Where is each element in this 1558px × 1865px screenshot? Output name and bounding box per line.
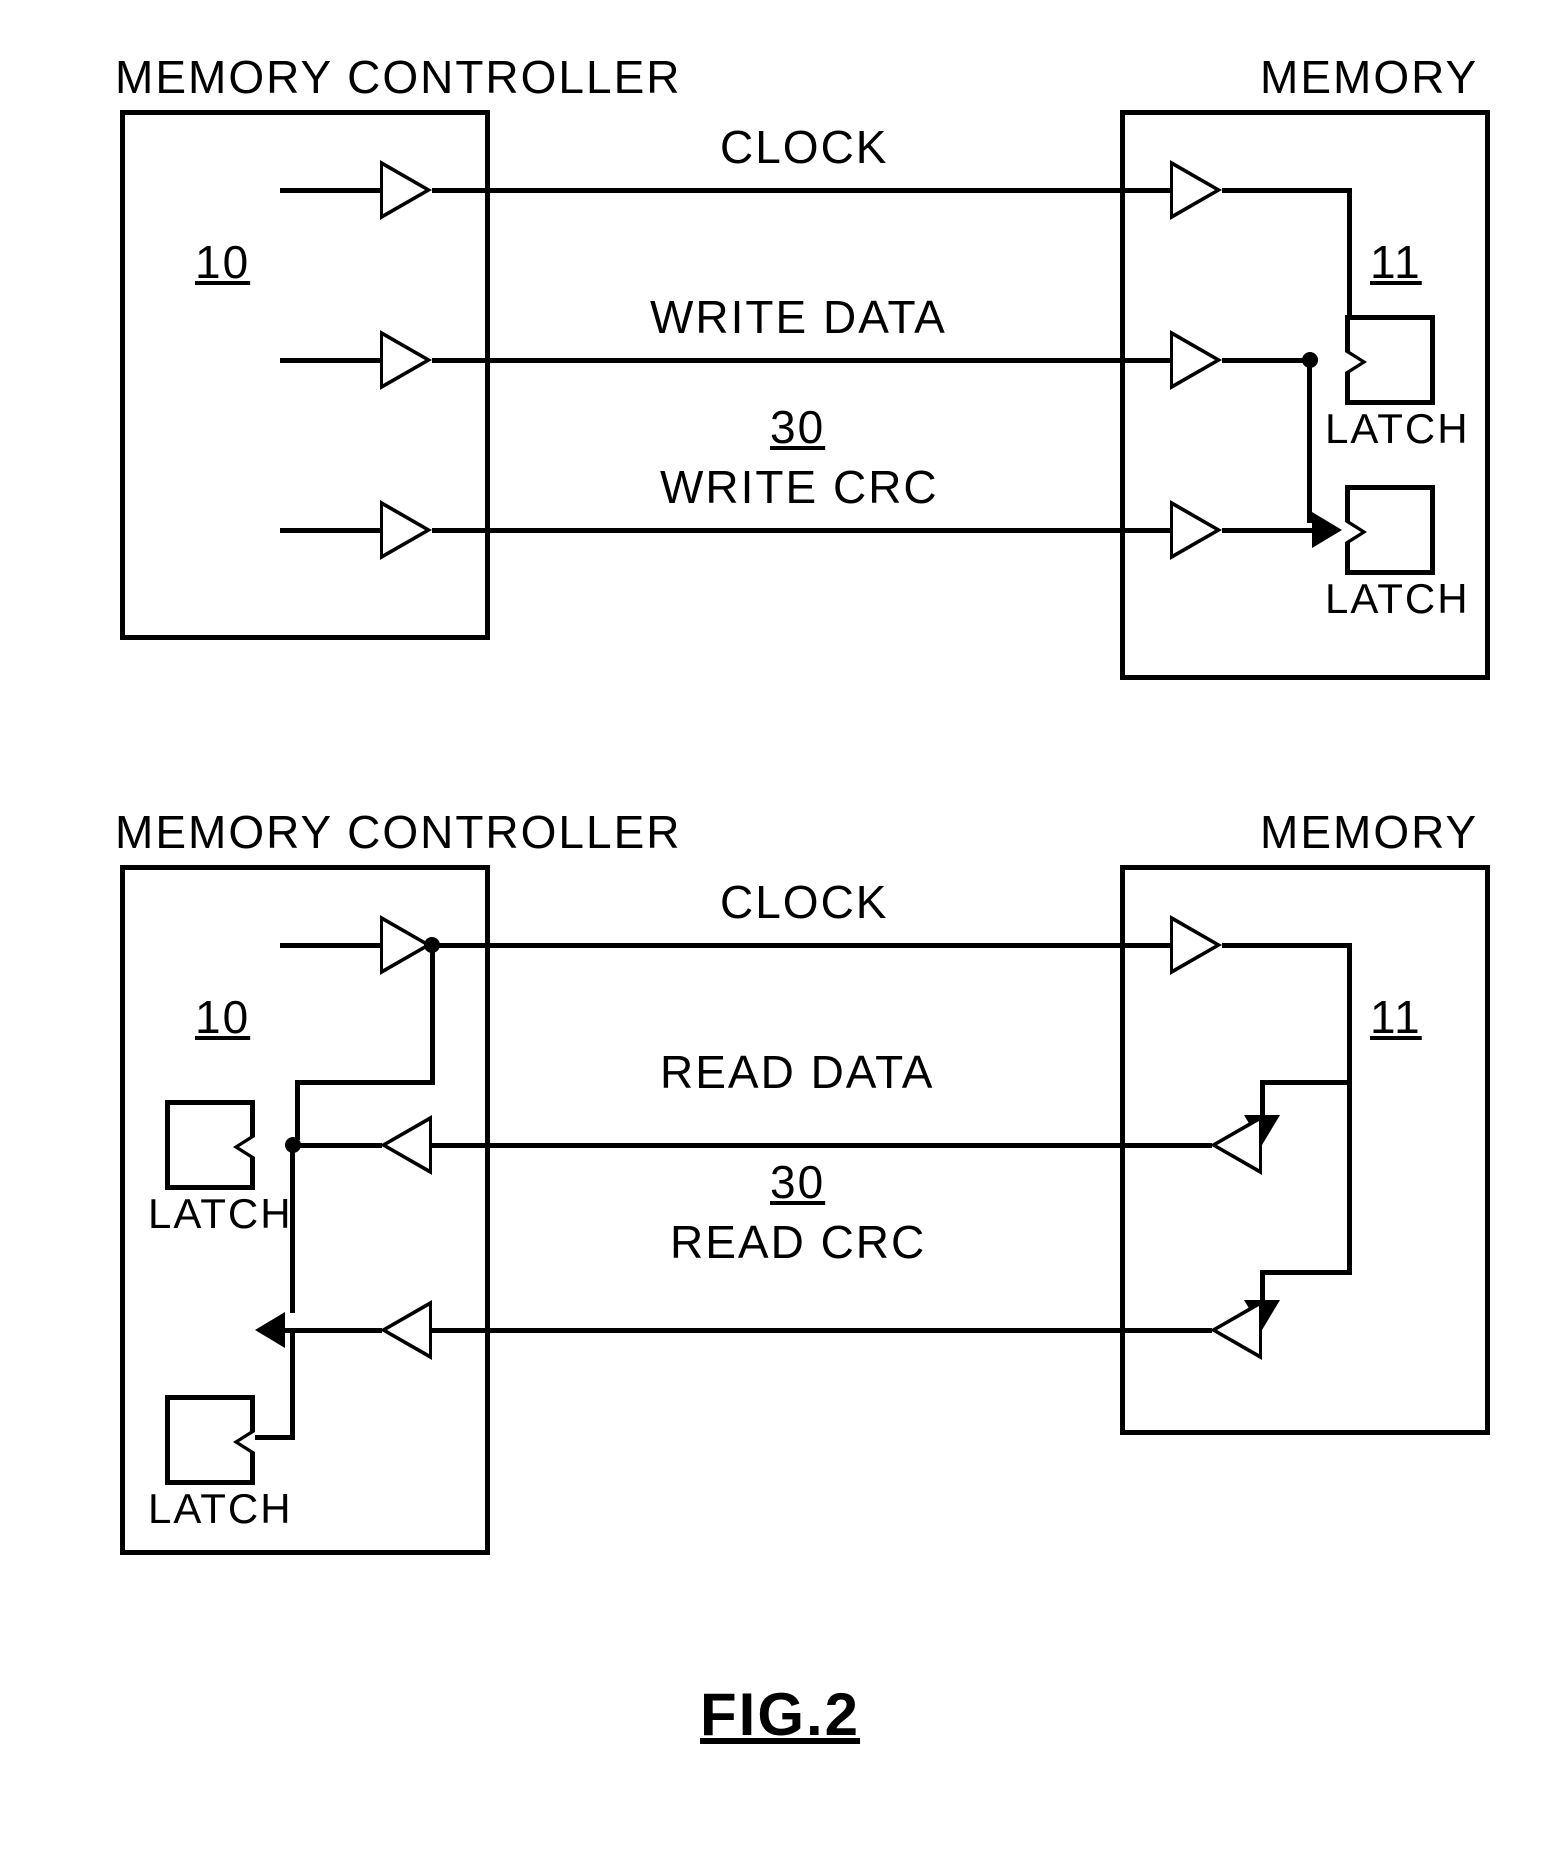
- bot-rcrc-wire-c: [285, 1328, 382, 1333]
- top-latch2-label: LATCH: [1325, 575, 1470, 623]
- bot-clock-label: CLOCK: [720, 875, 888, 929]
- top-wcrc-buf-recv: [1170, 500, 1222, 560]
- top-clock-wire-c: [1222, 188, 1352, 193]
- bot-latch1: [165, 1100, 255, 1190]
- top-writecrc-label: WRITE CRC: [660, 460, 939, 514]
- top-memory-title: MEMORY: [1260, 50, 1478, 104]
- top-wcrc-buf-send: [380, 500, 432, 560]
- bot-memory-ref: 11: [1370, 990, 1422, 1044]
- top-latch2: [1345, 485, 1435, 575]
- top-controller-title: MEMORY CONTROLLER: [115, 50, 682, 104]
- bot-rdata-buf-send: [1210, 1115, 1262, 1175]
- bot-clock-ctl-v1: [430, 943, 435, 1083]
- top-clock-buf-send: [380, 160, 432, 220]
- top-writedata-label: WRITE DATA: [650, 290, 947, 344]
- bot-clock-wire-a: [280, 943, 380, 948]
- bot-clock-ctl-h: [295, 1080, 435, 1085]
- bot-controller-ref: 10: [195, 990, 250, 1044]
- top-memory-ref: 11: [1370, 235, 1422, 289]
- bot-rdata-wire-b: [432, 1143, 1212, 1148]
- top-clock-buf-recv: [1170, 160, 1222, 220]
- bot-controller-title: MEMORY CONTROLLER: [115, 805, 682, 859]
- bot-latch2: [165, 1395, 255, 1485]
- top-wcrc-arrow: [1312, 512, 1342, 548]
- bot-mem-h2: [1260, 1270, 1352, 1275]
- spacer: [1347, 1080, 1352, 1085]
- bot-clock-buf-recv: [1170, 915, 1222, 975]
- bot-latch2-label: LATCH: [148, 1485, 293, 1533]
- top-wcrc-wire-a: [280, 528, 380, 533]
- bot-clock-vline1: [1347, 943, 1352, 1083]
- bot-rdata-buf-recv: [380, 1115, 432, 1175]
- top-wdata-wire-b: [432, 358, 1172, 363]
- top-wcrc-wire-c: [1222, 528, 1312, 533]
- bot-clock-hline2: [1260, 1080, 1352, 1085]
- top-wdata-vline: [1307, 358, 1312, 523]
- top-channel-ref: 30: [770, 400, 825, 454]
- top-wcrc-wire-b: [432, 528, 1172, 533]
- bot-readdata-label: READ DATA: [660, 1045, 934, 1099]
- top-wdata-wire-a: [280, 358, 380, 363]
- top-clock-wire-b: [432, 188, 1172, 193]
- figure-label: FIG.2: [700, 1680, 860, 1749]
- bot-rdata-wire-c: [290, 1143, 382, 1148]
- bot-clock-ctl-v2: [295, 1080, 300, 1140]
- bot-memory-title: MEMORY: [1260, 805, 1478, 859]
- bot-rcrc-buf-recv: [380, 1300, 432, 1360]
- bot-clock-wire-c: [1222, 943, 1352, 948]
- bot-rcrc-vline: [290, 1328, 295, 1438]
- top-wdata-buf-send: [380, 330, 432, 390]
- figure-canvas: MEMORY CONTROLLER MEMORY 10 11 CLOCK WRI…: [40, 40, 1518, 1825]
- bot-clock-vline2: [1260, 1080, 1265, 1120]
- bot-readcrc-label: READ CRC: [670, 1215, 926, 1269]
- top-clock-wire-a: [280, 188, 380, 193]
- bot-mem-vline2: [1347, 1080, 1352, 1275]
- bot-rcrc-buf-send: [1210, 1300, 1262, 1360]
- bot-rcrc-wire-b: [432, 1328, 1212, 1333]
- top-wdata-buf-recv: [1170, 330, 1222, 390]
- top-latch1-label: LATCH: [1325, 405, 1470, 453]
- top-latch1: [1345, 315, 1435, 405]
- bot-clock-wire-b: [432, 943, 1172, 948]
- top-controller-ref: 10: [195, 235, 250, 289]
- bot-rcrc-h2: [255, 1435, 295, 1440]
- bot-rcrc-arrow: [255, 1312, 285, 1348]
- bot-latch1-label: LATCH: [148, 1190, 293, 1238]
- top-clock-label: CLOCK: [720, 120, 888, 174]
- bot-channel-ref: 30: [770, 1155, 825, 1209]
- top-wdata-wire-c: [1222, 358, 1312, 363]
